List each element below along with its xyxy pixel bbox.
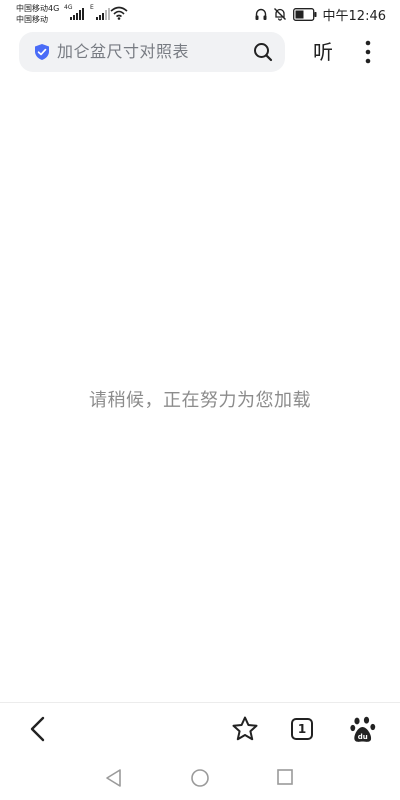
system-nav-bar: [0, 756, 400, 800]
status-time: 中午12:46: [322, 8, 386, 24]
loading-message: 请稍候，正在努力为您加载: [89, 390, 311, 411]
bottom-toolbar: 1 du: [0, 702, 400, 757]
carrier-2: 中国移动: [16, 15, 48, 24]
mute-bell-icon: [273, 8, 286, 21]
battery-icon: [292, 7, 317, 21]
nav-recent-apps-icon[interactable]: [276, 768, 294, 786]
browser-screen: 中国移动4G 中国移动 4G E 中午12:46 加仑盆尺寸对照表 听 请稍候，…: [0, 0, 400, 800]
signal-2-tag: E: [90, 4, 94, 11]
svg-text:du: du: [358, 733, 368, 741]
carrier-info: 中国移动4G 中国移动: [16, 3, 59, 25]
back-arrow-icon[interactable]: [26, 715, 50, 743]
shield-check-icon: [35, 44, 49, 60]
more-vertical-icon[interactable]: [358, 38, 378, 66]
tabs-button[interactable]: 1: [291, 718, 313, 740]
star-icon[interactable]: [231, 715, 259, 743]
status-bar: 中国移动4G 中国移动 4G E 中午12:46: [0, 0, 400, 28]
headphones-icon: [255, 8, 267, 20]
listen-button[interactable]: 听: [308, 36, 338, 68]
nav-back-icon[interactable]: [104, 768, 124, 788]
wifi-icon: [110, 6, 128, 20]
carrier-1: 中国移动4G: [16, 4, 60, 13]
nav-home-icon[interactable]: [190, 768, 210, 788]
search-bar[interactable]: 加仑盆尺寸对照表: [19, 32, 285, 72]
status-right: 中午12:46: [255, 5, 386, 24]
signal-bars-icon: [96, 8, 110, 20]
search-query-text[interactable]: 加仑盆尺寸对照表: [57, 32, 189, 72]
search-icon[interactable]: [253, 42, 273, 62]
signal-bars-icon: [70, 8, 84, 20]
baidu-paw-icon[interactable]: du: [350, 716, 376, 744]
